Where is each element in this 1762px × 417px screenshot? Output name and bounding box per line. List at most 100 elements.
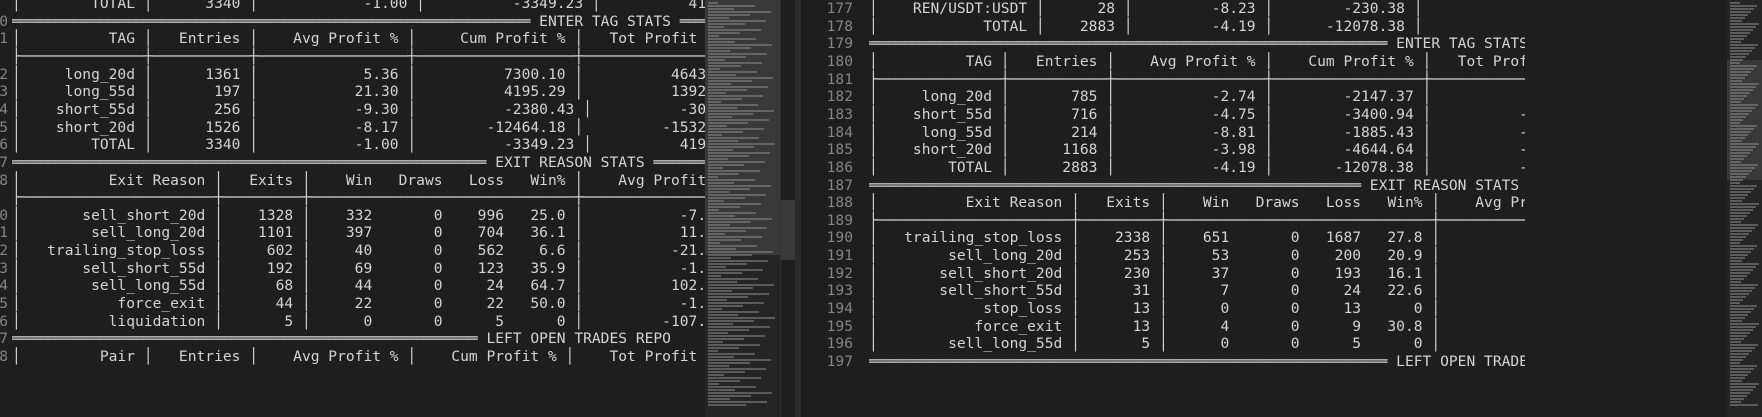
minimap-line xyxy=(708,224,730,226)
minimap-line xyxy=(1730,89,1753,91)
minimap-line xyxy=(1730,323,1759,325)
minimap-line xyxy=(1730,125,1757,127)
minimap-line xyxy=(1730,92,1750,94)
minimap-line xyxy=(1730,152,1750,154)
minimap-line xyxy=(708,107,737,109)
minimap-line xyxy=(708,101,721,103)
minimap-line xyxy=(708,278,758,280)
minimap-line xyxy=(708,347,739,349)
minimap-line xyxy=(1730,248,1754,250)
minimap-line xyxy=(1730,107,1755,109)
minimap-line xyxy=(1730,119,1743,121)
minimap-line xyxy=(1730,404,1758,406)
minimap-line xyxy=(1730,389,1753,391)
minimap-line xyxy=(1730,287,1755,289)
minimap-line xyxy=(708,269,763,271)
minimap-line xyxy=(708,29,761,31)
minimap-line xyxy=(1730,305,1757,307)
minimap-line xyxy=(708,74,736,76)
minimap-line xyxy=(708,398,730,400)
minimap-line xyxy=(1730,131,1751,133)
code-line[interactable]: │ Pair │ Entries │ Avg Profit % │ Cum Pr… xyxy=(12,347,705,367)
code-line[interactable]: ════════════════════════════════════════… xyxy=(869,352,1525,372)
minimap-line xyxy=(1730,50,1752,52)
minimap-line xyxy=(1730,116,1746,118)
minimap-line xyxy=(1730,41,1741,43)
minimap-line xyxy=(708,299,727,301)
minimap-line xyxy=(708,182,734,184)
minimap-line xyxy=(1730,308,1754,310)
minimap-line xyxy=(708,11,771,13)
right-editor-pane[interactable]: 177 178 179 180 181 182 183 184 185 186 187 188 189 1… xyxy=(801,0,1762,417)
minimap-line xyxy=(708,83,731,85)
minimap-line xyxy=(1730,230,1752,232)
minimap-line xyxy=(1730,239,1743,241)
minimap-line xyxy=(1730,23,1759,25)
minimap-line xyxy=(708,356,734,358)
minimap-line xyxy=(708,50,730,52)
minimap-line xyxy=(1730,209,1753,211)
minimap-line xyxy=(708,143,775,145)
minimap-line xyxy=(708,311,759,313)
left-scroll-thumb[interactable] xyxy=(781,200,795,260)
minimap-line xyxy=(1730,338,1744,340)
minimap-line xyxy=(1730,212,1750,214)
minimap-line xyxy=(708,146,754,148)
minimap-line xyxy=(1730,350,1752,352)
minimap-line xyxy=(1730,173,1749,175)
minimap-line xyxy=(1730,254,1748,256)
minimap-line xyxy=(708,8,734,10)
minimap-line xyxy=(1730,377,1745,379)
minimap-line xyxy=(708,176,718,178)
minimap-line xyxy=(1730,38,1744,40)
left-minimap[interactable] xyxy=(705,0,780,417)
minimap-line xyxy=(1730,368,1754,370)
left-editor-pane[interactable]: 012345678012345678 │ TOTAL │ 3340 │ -1.0… xyxy=(0,0,795,417)
minimap-line xyxy=(1730,197,1745,199)
minimap-line xyxy=(708,290,732,292)
minimap-line xyxy=(708,344,760,346)
minimap-line xyxy=(1730,20,1742,22)
minimap-line xyxy=(708,32,740,34)
minimap-line xyxy=(1730,62,1740,64)
minimap-line xyxy=(1730,14,1748,16)
minimap-line xyxy=(1730,341,1741,343)
left-code-area[interactable]: │ TOTAL │ 3340 │ -1.00 │ -3349.23 │ 4194… xyxy=(12,0,705,417)
minimap-line xyxy=(1730,56,1746,58)
minimap-line xyxy=(708,314,738,316)
minimap-line xyxy=(1730,236,1746,238)
minimap-line xyxy=(1730,65,1757,67)
minimap-line xyxy=(1730,233,1749,235)
minimap-line xyxy=(708,167,723,169)
minimap-line xyxy=(1730,176,1746,178)
minimap-line xyxy=(1730,215,1747,217)
right-code-area[interactable]: │ REN/USDT:USDT │ 28 │ -8.23 │ -230.38 │… xyxy=(869,0,1525,417)
minimap-line xyxy=(1730,188,1754,190)
left-vertical-scrollbar[interactable] xyxy=(780,0,795,417)
minimap-line xyxy=(708,335,765,337)
minimap-line xyxy=(708,254,752,256)
minimap-line xyxy=(708,92,726,94)
minimap-line xyxy=(1730,401,1741,403)
minimap-line xyxy=(708,137,759,139)
minimap-line xyxy=(708,14,750,16)
minimap-line xyxy=(708,2,718,4)
minimap-line xyxy=(1730,47,1755,49)
minimap-line xyxy=(1730,77,1745,79)
minimap-line xyxy=(708,38,756,40)
minimap-line xyxy=(708,122,748,124)
minimap-line xyxy=(1730,164,1758,166)
minimap-line xyxy=(708,77,773,79)
minimap-line xyxy=(708,62,762,64)
minimap-line xyxy=(708,59,725,61)
minimap-line xyxy=(708,65,741,67)
minimap-line xyxy=(1730,371,1751,373)
minimap-line xyxy=(1730,269,1753,271)
minimap-line xyxy=(1730,224,1758,226)
minimap-line xyxy=(1730,158,1744,160)
minimap-line xyxy=(708,386,756,388)
right-minimap[interactable] xyxy=(1727,0,1762,417)
minimap-line xyxy=(708,323,733,325)
minimap-line xyxy=(1730,155,1747,157)
minimap-line xyxy=(708,158,728,160)
